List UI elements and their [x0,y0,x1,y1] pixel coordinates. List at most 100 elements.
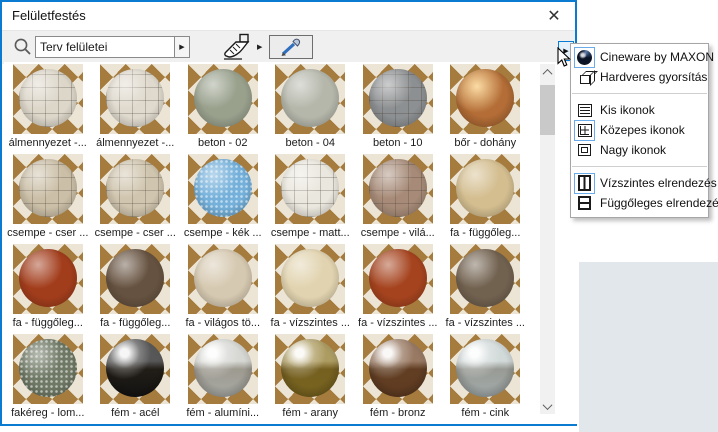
material-item[interactable]: álmennyezet -... [92,64,180,154]
material-item[interactable]: bőr - dohány [442,64,530,154]
menu-item[interactable]: Függőleges elrendezés [571,193,718,213]
search-input[interactable] [35,36,174,58]
material-name: fa - függőleg... [100,317,171,329]
material-item[interactable]: csempe - cser ... [4,154,92,244]
material-thumbnail [362,64,433,134]
material-item[interactable]: csempe - matt... [267,154,355,244]
eyedropper-button[interactable] [269,35,313,59]
material-item[interactable]: beton - 02 [179,64,267,154]
material-name: fakéreg - lom... [11,407,85,419]
material-name: fa - vízszintes ... [358,317,438,329]
close-button[interactable]: ✕ [537,2,571,29]
cineware-icon [577,49,592,65]
hsplit-icon-frame [575,194,594,213]
material-thumbnail [187,64,258,134]
material-item[interactable]: fa - vízszintes ... [354,244,442,334]
material-name: fém - arany [282,407,339,419]
material-name: fa - vízszintes ... [270,317,350,329]
hsplit-icon [578,196,591,210]
material-thumbnail [187,154,258,224]
material-sphere [193,159,252,217]
material-item[interactable]: beton - 04 [267,64,355,154]
material-name: álmennyezet -... [8,137,87,149]
menu-item[interactable]: Hardveres gyorsítás [571,67,708,87]
material-item[interactable]: álmennyezet -... [4,64,92,154]
material-name: fém - alumíni... [186,407,260,419]
chevron-down-icon [542,399,553,410]
menu-item[interactable]: Nagy ikonok [571,140,708,160]
material-item[interactable]: fa - függőleg... [92,244,180,334]
chevron-up-icon [542,68,553,79]
eyedropper-icon [281,38,301,56]
search-field-group: ▶ [35,36,190,58]
material-name: fém - cink [461,407,510,419]
material-item[interactable]: fa - függőleg... [4,244,92,334]
material-thumbnail [12,64,83,134]
material-sphere [106,339,165,397]
square-icon [578,144,591,156]
scroll-up-button[interactable] [540,64,555,80]
material-thumbnail [275,334,346,404]
material-item[interactable]: fa - vízszintes ... [442,244,530,334]
menu-item-label: Nagy ikonok [600,143,667,157]
cube-icon [579,74,590,84]
material-sphere [281,249,340,307]
material-sphere [106,159,165,217]
material-item[interactable]: fém - bronz [354,334,442,424]
material-thumbnail [362,244,433,314]
menu-item-label: Közepes ikonok [600,123,685,137]
material-sphere [18,159,77,217]
material-sphere [18,339,77,397]
search-dropdown-button[interactable]: ▶ [174,36,190,58]
toolbar: ▶ ▶ ▶ [2,31,575,64]
material-thumbnail [275,64,346,134]
material-thumbnail [12,334,83,404]
material-sphere [281,339,340,397]
material-item[interactable]: beton - 10 [354,64,442,154]
screen: Felületfestés ✕ ▶ [0,0,718,432]
vsplit-icon-frame [575,174,594,193]
material-item[interactable]: csempe - kék ... [179,154,267,244]
scrollbar[interactable] [540,64,555,414]
material-item[interactable]: csempe - cser ... [92,154,180,244]
material-name: beton - 10 [372,137,423,149]
material-thumbnail [450,154,521,224]
menu-item[interactable]: Kis ikonok [571,100,708,120]
menu-item-label: Cineware by MAXON [600,50,715,64]
material-item[interactable]: fa - vízszintes ... [267,244,355,334]
titlebar: Felületfestés ✕ [2,2,575,31]
material-item[interactable]: fém - cink [442,334,530,424]
material-name: fa - vízszintes ... [445,317,525,329]
cineware-icon-frame [575,48,594,67]
material-sphere [106,249,165,307]
material-item[interactable]: fém - arany [267,334,355,424]
material-item[interactable]: fa - függőleg... [442,154,530,244]
material-sphere [193,249,252,307]
brush-dropdown-arrow-icon[interactable]: ▶ [257,43,262,51]
menu-item[interactable]: Közepes ikonok [571,120,708,140]
grid-icon [577,123,592,137]
material-name: bőr - dohány [454,137,517,149]
scroll-down-button[interactable] [540,398,555,414]
material-name: álmennyezet -... [96,137,175,149]
material-sphere [281,159,340,217]
menu-item[interactable]: Vízszintes elrendezés [571,173,717,193]
material-item[interactable]: fém - acél [92,334,180,424]
menu-item[interactable]: Cineware by MAXON [571,47,714,67]
material-item[interactable]: fa - világos tö... [179,244,267,334]
material-item[interactable]: fakéreg - lom... [4,334,92,424]
scrollbar-thumb[interactable] [540,85,555,135]
paint-tool[interactable]: ▶ [222,33,262,61]
material-name: csempe - kék ... [183,227,262,239]
list-icon [577,103,592,117]
material-item[interactable]: fém - alumíni... [179,334,267,424]
material-thumbnail [100,154,171,224]
material-thumbnail [187,244,258,314]
grid-icon-frame [575,121,594,140]
material-thumbnail [100,64,171,134]
material-sphere [18,69,77,127]
material-sphere [456,69,515,127]
flyout-arrow-icon: ▶ [563,48,569,55]
material-item[interactable]: csempe - vilá... [354,154,442,244]
material-sphere [281,69,340,127]
